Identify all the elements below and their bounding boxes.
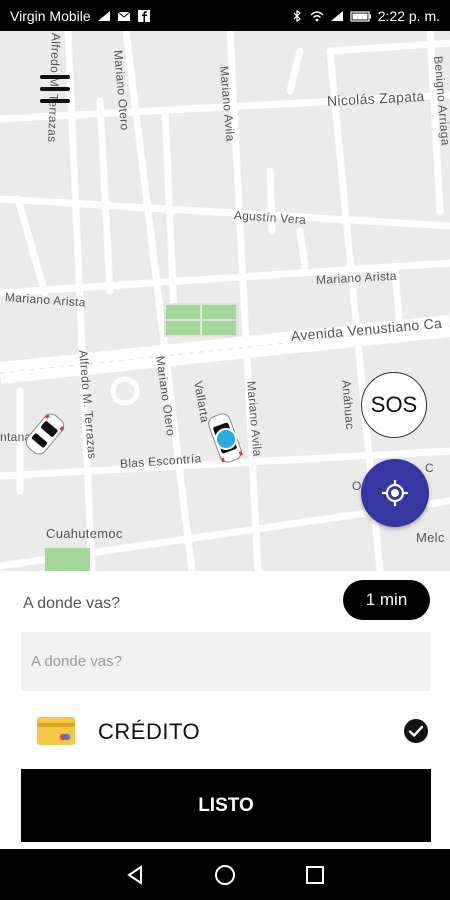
locate-me-button[interactable] xyxy=(361,459,429,527)
taxi-car-icon xyxy=(25,413,65,455)
square-recents-icon xyxy=(306,865,324,884)
sos-button[interactable]: SOS xyxy=(361,372,427,438)
cell-signal-icon xyxy=(330,10,343,21)
battery-icon xyxy=(350,10,371,22)
sos-label: SOS xyxy=(370,392,418,417)
hamburger-icon xyxy=(40,75,70,79)
payment-method-row[interactable]: CRÉDITO xyxy=(0,701,450,761)
menu-button[interactable] xyxy=(40,75,70,103)
wifi-icon xyxy=(310,10,324,21)
eta-badge: 1 min xyxy=(343,580,430,620)
bluetooth-icon xyxy=(293,9,301,22)
destination-label: A donde vas? xyxy=(23,595,120,612)
facebook-icon xyxy=(137,9,150,22)
crosshair-icon xyxy=(382,480,408,506)
nav-back-button[interactable] xyxy=(115,855,155,895)
nav-home-button[interactable] xyxy=(205,855,245,895)
street-label-c-partial: C xyxy=(425,461,434,475)
check-circle-icon xyxy=(404,719,428,743)
confirm-button[interactable]: LISTO xyxy=(21,769,431,842)
hamburger-line xyxy=(40,99,70,103)
user-car-icon xyxy=(208,413,243,463)
triangle-back-icon xyxy=(127,864,142,885)
status-time: 2:22 p. m. xyxy=(377,7,440,24)
circle-home-icon xyxy=(215,864,235,885)
mail-icon xyxy=(117,11,130,21)
status-left: Virgin Mobile xyxy=(10,8,151,24)
eta-text: 1 min xyxy=(365,590,408,609)
status-right: 2:22 p. m. xyxy=(290,8,440,24)
street-label-cuahutemoc: Cuahutemoc xyxy=(46,526,123,541)
status-bar: Virgin Mobile 2:22 p. m. xyxy=(0,0,450,31)
destination-input[interactable] xyxy=(21,632,430,691)
payment-method-label: CRÉDITO xyxy=(98,719,201,744)
carrier-name: Virgin Mobile xyxy=(10,7,91,24)
street-label-melc: Melc xyxy=(416,530,445,545)
map-view[interactable]: Nicolás Zapata Agustín Vera Mariano Aris… xyxy=(0,31,450,571)
system-nav-bar xyxy=(0,849,450,900)
hamburger-line xyxy=(40,87,70,91)
credit-card-icon xyxy=(37,717,75,745)
nav-recents-button[interactable] xyxy=(295,855,335,895)
signal-icon xyxy=(97,10,110,21)
booking-sheet: A donde vas? 1 min CRÉDITO LISTO xyxy=(0,571,450,849)
